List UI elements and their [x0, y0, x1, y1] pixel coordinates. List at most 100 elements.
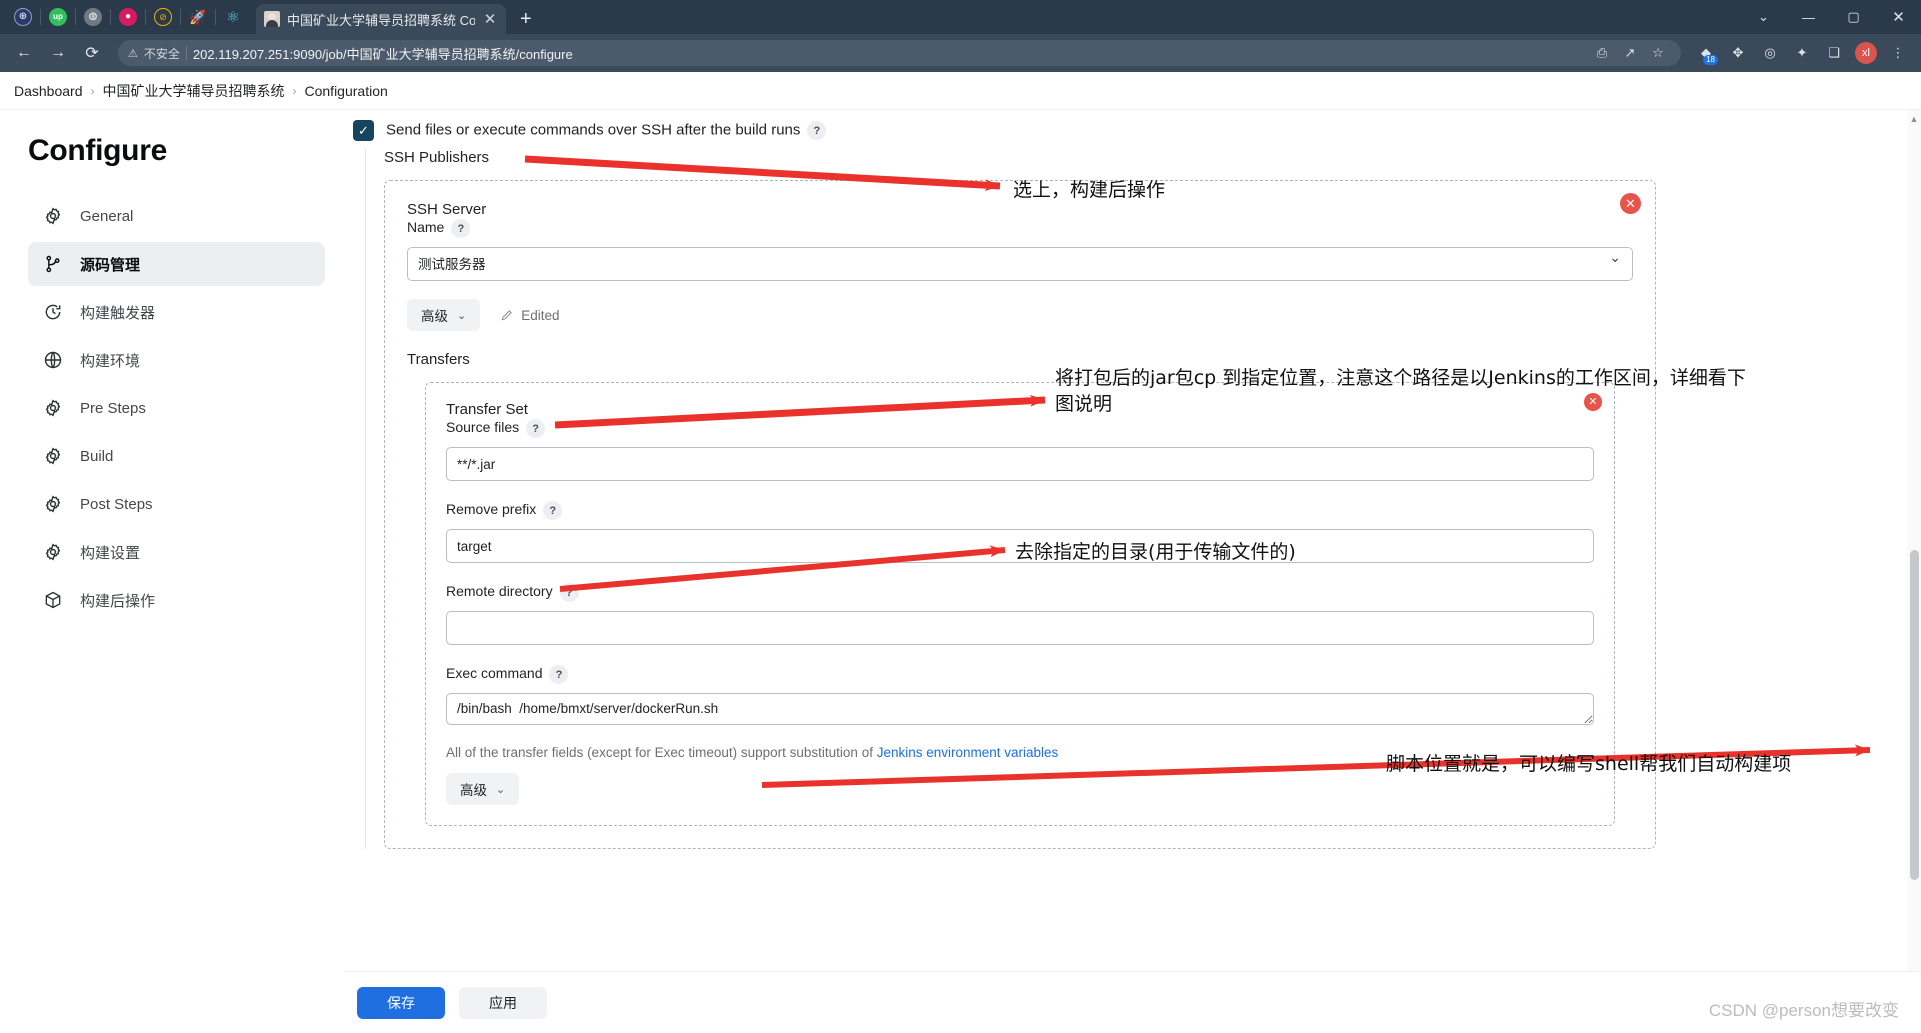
clock-icon: [42, 301, 64, 323]
new-tab-button[interactable]: +: [520, 9, 532, 29]
remote-directory-label: Remote directory?: [446, 583, 1594, 602]
transfer-advanced-button[interactable]: 高级 ⌄: [446, 773, 520, 805]
omnibox-right-icons: ⎙ ↗ ☆: [1589, 40, 1671, 66]
sidebar-item-general[interactable]: General: [28, 194, 325, 238]
scrollbar-thumb[interactable]: [1910, 550, 1919, 880]
ssh-publisher-checkbox[interactable]: ✓: [353, 120, 374, 141]
shield-icon[interactable]: ◎: [1757, 40, 1783, 66]
transfer-advanced-row: 高级 ⌄: [446, 773, 1594, 805]
remove-ssh-server-button[interactable]: ✕: [1620, 193, 1641, 214]
save-button[interactable]: 保存: [357, 986, 445, 1019]
security-status-text: 不安全: [143, 46, 180, 61]
sidebar-item-build-environment[interactable]: 构建环境: [28, 338, 325, 382]
window-minimize-button[interactable]: —: [1786, 0, 1831, 34]
help-icon[interactable]: ?: [549, 665, 569, 684]
source-files-input[interactable]: [446, 447, 1594, 481]
remote-directory-input[interactable]: [446, 611, 1594, 645]
browser-tab-strip: ⊕ up ◍ ● ⊘ 🚀 ⚛ 中国矿业大学辅导员招聘系统 Co ✕ + ⌄ — …: [0, 0, 1921, 34]
gear-icon: [42, 445, 64, 467]
gear-icon: [42, 205, 64, 227]
bookmark-star-icon[interactable]: ☆: [1645, 40, 1671, 66]
help-icon[interactable]: ?: [559, 583, 579, 602]
scroll-up-arrow[interactable]: ▲: [1909, 114, 1919, 124]
sidepanel-icon[interactable]: ❏: [1821, 40, 1847, 66]
url-omnibox[interactable]: ⚠ 不安全 202.119.207.251:9090/job/中国矿业大学辅导员…: [118, 40, 1681, 66]
window-close-button[interactable]: ✕: [1876, 0, 1921, 34]
advanced-button[interactable]: 高级 ⌄: [407, 299, 481, 331]
extension-icon-1[interactable]: ⊕: [6, 0, 40, 34]
help-icon[interactable]: ?: [543, 501, 563, 520]
sidebar-item-build[interactable]: Build: [28, 434, 325, 478]
apply-button[interactable]: 应用: [459, 986, 547, 1019]
sidebar-item-label: 构建后操作: [80, 592, 156, 610]
breadcrumb-item-job[interactable]: 中国矿业大学辅导员招聘系统: [103, 81, 285, 101]
url-text: 202.119.207.251:9090/job/中国矿业大学辅导员招聘系统/c…: [192, 46, 573, 62]
tab-title: 中国矿业大学辅导员招聘系统 Co: [287, 12, 475, 28]
sidebar-item-label: 构建触发器: [80, 304, 156, 322]
breadcrumb-item-dashboard[interactable]: Dashboard: [14, 83, 83, 99]
remove-prefix-label-text: Remove prefix: [446, 501, 537, 518]
browser-tab-active[interactable]: 中国矿业大学辅导员招聘系统 Co ✕: [256, 4, 506, 34]
sidebar-item-label: Post Steps: [80, 495, 153, 513]
extension-icon-rocket[interactable]: 🚀: [181, 0, 215, 34]
sidebar-item-post-build-actions[interactable]: 构建后操作: [28, 578, 325, 622]
extension-icon-row: ⊕ up ◍ ● ⊘ 🚀 ⚛: [6, 0, 250, 34]
sidebar-item-label: General: [80, 207, 134, 225]
back-icon[interactable]: ←: [10, 39, 38, 67]
window-maximize-button[interactable]: ▢: [1831, 0, 1876, 34]
ssh-server-panel: ✕ SSH Server Name? 测试服务器 高级 ⌄: [384, 180, 1656, 849]
reload-icon[interactable]: ⟳: [78, 39, 106, 67]
gear-icon: [42, 493, 64, 515]
sidebar-item-post-steps[interactable]: Post Steps: [28, 482, 325, 526]
help-icon[interactable]: ?: [451, 219, 471, 238]
chevron-down-icon: ⌄: [496, 783, 506, 796]
sidebar-item-label: 构建环境: [80, 352, 141, 370]
help-icon[interactable]: ?: [807, 121, 827, 140]
ssh-publishers-block: SSH Publishers ✕ SSH Server Name? 测试服务器: [365, 149, 1921, 849]
help-icon[interactable]: ?: [526, 419, 546, 438]
puzzle-extension-icon[interactable]: ✥: [1725, 40, 1751, 66]
package-icon: [42, 589, 64, 611]
exec-command-input[interactable]: /bin/bash /home/bmxt/server/dockerRun.sh: [446, 693, 1594, 725]
sidebar-item-build-triggers[interactable]: 构建触发器: [28, 290, 325, 334]
remove-prefix-label: Remove prefix?: [446, 501, 1594, 520]
remove-transfer-set-button[interactable]: ✕: [1584, 393, 1602, 411]
sidebar-item-pre-steps[interactable]: Pre Steps: [28, 386, 325, 430]
globe-icon: [42, 349, 64, 371]
profile-avatar[interactable]: xl: [1853, 40, 1879, 66]
browser-address-bar: ← → ⟳ ⚠ 不安全 202.119.207.251:9090/job/中国矿…: [0, 34, 1921, 72]
edited-indicator: Edited: [500, 308, 560, 323]
extension-icon-up[interactable]: up: [41, 0, 75, 34]
csdn-watermark: CSDN @person想要改变: [1708, 1001, 1899, 1020]
page-scrollbar[interactable]: ▲ ▼: [1907, 110, 1921, 1033]
tab-close-icon[interactable]: ✕: [482, 12, 498, 27]
advanced-button-label: 高级: [421, 309, 448, 324]
window-more-icon[interactable]: ⌄: [1741, 0, 1786, 34]
ssh-server-select[interactable]: 测试服务器: [407, 247, 1633, 281]
chevron-down-icon: ⌄: [457, 309, 467, 322]
extension-icon-record[interactable]: ●: [111, 0, 145, 34]
jenkins-env-variables-link[interactable]: Jenkins environment variables: [877, 745, 1059, 760]
transfer-set-panel: ✕ Transfer Set Source files? Remove pref…: [425, 382, 1615, 826]
remove-prefix-input[interactable]: [446, 529, 1594, 563]
sidebar-item-source-management[interactable]: 源码管理: [28, 242, 325, 286]
ssh-publisher-checkbox-row[interactable]: ✓ Send files or execute commands over SS…: [353, 120, 1921, 141]
extension-icon-react[interactable]: ⚛: [216, 0, 250, 34]
extension-icon-globe[interactable]: ◍: [76, 0, 110, 34]
gear-icon: [42, 541, 64, 563]
transfer-hint-prefix: All of the transfer fields (except for E…: [446, 745, 877, 760]
forward-icon[interactable]: →: [44, 39, 72, 67]
ssh-publisher-checkbox-label: Send files or execute commands over SSH …: [386, 121, 827, 140]
extensions-count-icon[interactable]: ◆ 18: [1693, 40, 1719, 66]
chrome-menu-icon[interactable]: ⋮: [1885, 40, 1911, 66]
share-icon[interactable]: ↗: [1617, 40, 1643, 66]
ssh-server-name-label-text: Name: [407, 219, 445, 236]
translate-icon[interactable]: ⎙: [1589, 40, 1615, 66]
extension-icon-blocker[interactable]: ⊘: [146, 0, 180, 34]
sidebar-item-build-settings[interactable]: 构建设置: [28, 530, 325, 574]
page-title: Configure: [28, 134, 167, 167]
pin-extension-icon[interactable]: ✦: [1789, 40, 1815, 66]
ssh-server-advanced-row: 高级 ⌄ Edited: [407, 299, 1633, 331]
ssh-publisher-label-text: Send files or execute commands over SSH …: [386, 121, 801, 139]
sidebar-item-label: 构建设置: [80, 544, 141, 562]
